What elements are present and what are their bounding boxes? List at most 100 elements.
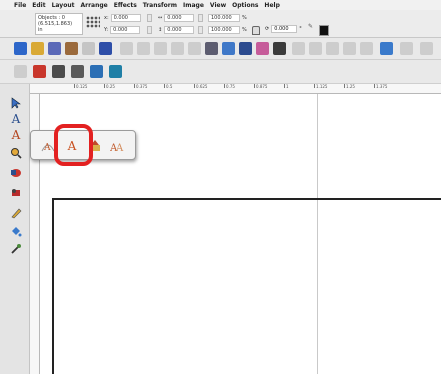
- menu-layout[interactable]: Layout: [52, 2, 75, 9]
- new-document-icon[interactable]: [14, 42, 27, 55]
- ruler-tick: [104, 84, 105, 88]
- y-position-field: Y: 0.000: [104, 26, 141, 34]
- rotate-icon: ⟳: [265, 26, 270, 32]
- blend-icon[interactable]: [239, 42, 252, 55]
- menu-effects[interactable]: Effects: [114, 2, 137, 9]
- zoom-icon[interactable]: [205, 42, 218, 55]
- fit-text-to-path-icon[interactable]: A: [41, 139, 55, 153]
- ruler-label: 1.125: [316, 84, 328, 89]
- color-swatch[interactable]: [319, 25, 329, 36]
- width-input[interactable]: 0.000: [164, 14, 195, 22]
- page-border: [52, 198, 441, 374]
- menu-image[interactable]: Image: [183, 2, 204, 9]
- ellipse-tool-icon[interactable]: [9, 166, 23, 179]
- property-bar: Objects : 0 (6.515,1.863) in x: 0.000 Y:…: [0, 10, 441, 38]
- paste-icon[interactable]: [154, 42, 167, 55]
- x-spinner[interactable]: [147, 14, 152, 22]
- ruler-tick: [74, 84, 75, 88]
- undo-icon[interactable]: [171, 42, 184, 55]
- height-input[interactable]: 0.000: [164, 26, 195, 34]
- contour-icon[interactable]: [222, 42, 235, 55]
- y-spinner[interactable]: [147, 26, 152, 34]
- x-position-field: x: 0.000: [104, 14, 141, 22]
- rectangle-tool-icon[interactable]: [9, 186, 23, 199]
- svg-text:A: A: [115, 143, 124, 153]
- scale-x-field: 100.000 %: [208, 14, 247, 22]
- ruler-tick: [344, 84, 345, 88]
- ruler-label: 1.25: [346, 84, 355, 89]
- menu-edit[interactable]: Edit: [32, 2, 45, 9]
- group-icon[interactable]: [380, 42, 393, 55]
- save-icon[interactable]: [48, 42, 61, 55]
- ruler-tick: [254, 84, 255, 88]
- convert-curve-icon[interactable]: [90, 65, 103, 78]
- scale-y-percent: %: [242, 27, 247, 33]
- standard-toolbar: [0, 38, 441, 60]
- cut-icon[interactable]: [120, 42, 133, 55]
- redo-icon[interactable]: [188, 42, 201, 55]
- rotation-field: ⟳ 0.000 °: [265, 25, 302, 33]
- menu-transform[interactable]: Transform: [143, 2, 177, 9]
- rotation-input[interactable]: 0.000: [271, 25, 298, 33]
- delete-node-icon[interactable]: [33, 65, 46, 78]
- weld-icon[interactable]: [292, 42, 305, 55]
- ruler-label: 1.375: [376, 84, 388, 89]
- menu-help[interactable]: Help: [264, 2, 279, 9]
- pen-tool-icon[interactable]: [9, 206, 23, 219]
- ruler-tick: [284, 84, 285, 88]
- menu-view[interactable]: View: [210, 2, 226, 9]
- eyedropper-tool-icon[interactable]: [9, 242, 23, 255]
- width-field: ↔ 0.000: [158, 14, 195, 22]
- node-edit-icon[interactable]: [14, 65, 27, 78]
- lock-ratio-icon[interactable]: [252, 26, 260, 35]
- ruler-tick: [314, 84, 315, 88]
- scale-y-input[interactable]: 100.000: [208, 26, 240, 34]
- trim-icon[interactable]: [309, 42, 322, 55]
- highlight-ring: [54, 124, 93, 166]
- copy-icon[interactable]: [137, 42, 150, 55]
- text-tool-icon[interactable]: A: [9, 128, 23, 142]
- shape-tool-icon[interactable]: A: [9, 112, 23, 126]
- break-node-icon[interactable]: [52, 65, 65, 78]
- y-input[interactable]: 0.000: [110, 26, 141, 34]
- horizontal-ruler[interactable]: 0.125 0.25 0.375 0.5 0.625 0.75 0.875 1 1.125 1.2…: [30, 84, 441, 94]
- menu-arrange[interactable]: Arrange: [80, 2, 107, 9]
- align-icon[interactable]: [420, 42, 433, 55]
- break-apart-icon[interactable]: [360, 42, 373, 55]
- intersect-icon[interactable]: [326, 42, 339, 55]
- menu-bar: File Edit Layout Arrange Effects Transfo…: [0, 0, 441, 10]
- export-icon[interactable]: [82, 42, 95, 55]
- scale-x-input[interactable]: 100.000: [208, 14, 240, 22]
- y-label: Y:: [104, 27, 109, 33]
- import-icon[interactable]: [65, 42, 78, 55]
- text-on-path-icon[interactable]: AA: [110, 139, 124, 153]
- bitmap-icon[interactable]: [256, 42, 269, 55]
- menu-file[interactable]: File: [14, 2, 26, 9]
- join-node-icon[interactable]: [71, 65, 84, 78]
- x-input[interactable]: 0.000: [110, 14, 141, 22]
- ungroup-icon[interactable]: [400, 42, 413, 55]
- combine-icon[interactable]: [343, 42, 356, 55]
- open-folder-icon[interactable]: [31, 42, 44, 55]
- monitor-icon[interactable]: [109, 65, 122, 78]
- print-icon[interactable]: [99, 42, 112, 55]
- zoom-tool-icon[interactable]: [9, 146, 23, 159]
- ruler-label: 0.5: [166, 84, 173, 89]
- reference-point-icon[interactable]: [86, 16, 100, 28]
- scale-x-percent: %: [242, 15, 247, 21]
- width-spinner[interactable]: [198, 14, 203, 22]
- fill-tool-icon[interactable]: [9, 224, 23, 237]
- height-icon: ↕: [158, 27, 163, 33]
- toolbox: A A: [0, 84, 30, 374]
- ruler-label: 0.75: [226, 84, 235, 89]
- pick-tool-icon[interactable]: [9, 96, 23, 109]
- ruler-tick: [134, 84, 135, 88]
- menu-options[interactable]: Options: [232, 2, 258, 9]
- x-label: x:: [104, 15, 109, 21]
- height-spinner[interactable]: [198, 26, 203, 34]
- ruler-label: 1: [286, 84, 289, 89]
- width-icon: ↔: [158, 15, 163, 21]
- height-field: ↕ 0.000: [158, 26, 195, 34]
- ruler-tick: [194, 84, 195, 88]
- trace-icon[interactable]: [273, 42, 286, 55]
